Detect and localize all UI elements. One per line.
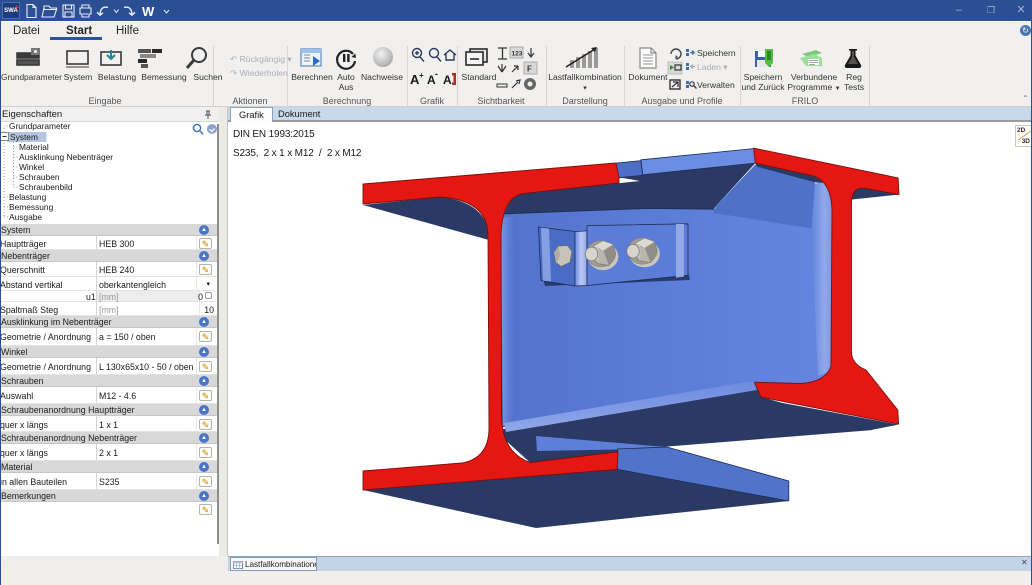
svg-text:A: A [443,73,452,87]
svg-text:+: + [419,71,424,80]
svg-text:-: - [435,69,438,79]
svg-text:W: W [142,4,155,19]
svg-text:F: F [527,65,532,74]
svg-text:123: 123 [512,51,523,58]
